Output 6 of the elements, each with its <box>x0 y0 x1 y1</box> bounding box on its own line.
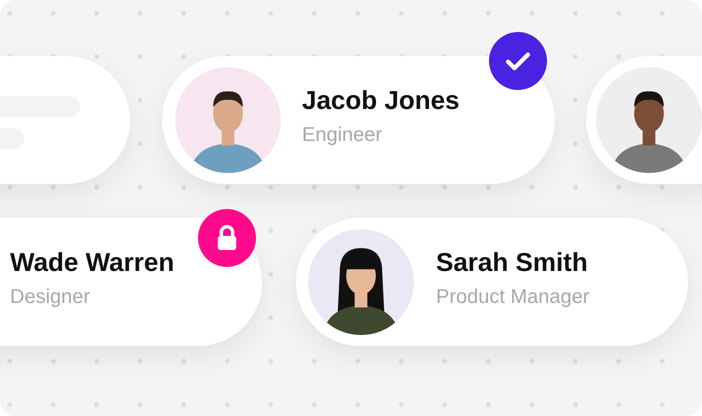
job-title: Designer <box>10 286 92 309</box>
job-title: Product Manager <box>436 286 590 309</box>
job-title: Engineer <box>302 124 384 147</box>
person-name: Wade Warren <box>10 247 174 278</box>
person-name: Sarah Smith <box>436 247 589 278</box>
person-name: Jacob Jones <box>302 85 460 116</box>
